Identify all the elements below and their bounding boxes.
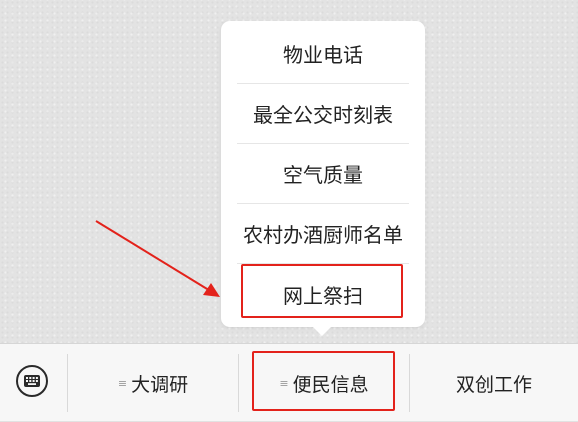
menu-item-label: 农村办酒厨师名单 — [243, 223, 403, 247]
tab-innovation-work[interactable]: 双创工作 — [410, 344, 578, 422]
tab-label: 大调研 — [131, 373, 189, 396]
tab-convenience-info[interactable]: ≡ 便民信息 — [239, 344, 409, 422]
keyboard-toggle-button[interactable] — [16, 365, 48, 397]
menu-item-label: 物业电话 — [283, 43, 363, 67]
menu-item-label: 空气质量 — [283, 163, 363, 187]
menu-item-air-quality[interactable]: 空气质量 — [237, 144, 409, 204]
tab-label: 便民信息 — [292, 373, 369, 396]
menu-lines-icon: ≡ — [117, 376, 128, 390]
keyboard-icon — [24, 375, 40, 387]
menu-item-bus-timetable[interactable]: 最全公交时刻表 — [237, 84, 409, 144]
tab-research[interactable]: ≡ 大调研 — [68, 344, 238, 422]
popup-pointer — [312, 326, 332, 336]
menu-item-label: 最全公交时刻表 — [253, 103, 393, 127]
menu-item-online-memorial[interactable]: 网上祭扫 — [237, 264, 409, 324]
tab-label: 双创工作 — [455, 373, 532, 396]
menu-item-property-phone[interactable]: 物业电话 — [237, 24, 409, 84]
menu-lines-icon: ≡ — [279, 376, 289, 390]
bottom-menu-bar: ≡ 大调研 ≡ 便民信息 双创工作 — [0, 343, 578, 421]
submenu-popup: 物业电话 最全公交时刻表 空气质量 农村办酒厨师名单 网上祭扫 — [221, 21, 425, 327]
menu-item-rural-chef-list[interactable]: 农村办酒厨师名单 — [237, 204, 409, 264]
menu-item-label: 网上祭扫 — [283, 283, 363, 308]
